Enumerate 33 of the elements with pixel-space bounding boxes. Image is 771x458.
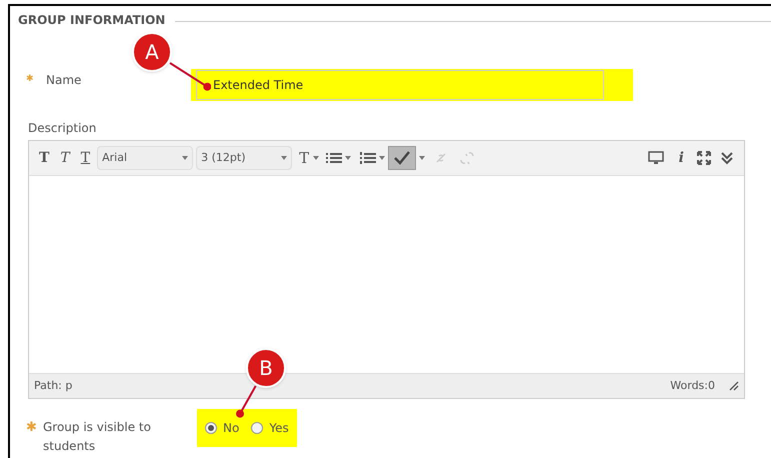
chevrons-down-icon[interactable] [720,151,734,165]
fullscreen-icon[interactable] [697,151,711,165]
caret-icon [419,156,426,160]
field-label: Group is visible to students [43,419,152,455]
resize-handle-icon[interactable] [729,381,739,391]
caret-icon [182,156,188,160]
italic-button[interactable]: T [56,146,74,170]
checkmark-icon [393,151,412,165]
radio-option[interactable]: No [197,419,244,437]
field-label: Description [28,120,96,137]
text-color-button[interactable]: T [295,146,324,170]
numbered-list-icon[interactable] [360,152,376,164]
field-label: Name [46,72,82,89]
monitor-icon[interactable] [648,151,664,165]
required-star-icon: ✱ [26,73,46,87]
required-star-icon: ✱ [26,421,43,434]
caret-icon [379,156,386,160]
name-field[interactable]: Extended Time [191,69,633,101]
bold-button[interactable]: T [35,146,54,170]
callout-badge: A [132,32,172,72]
underline-button[interactable]: T [76,146,94,170]
font-select[interactable]: Arial [97,146,194,170]
word-count: Words:0 [670,378,715,394]
bullet-list-icon[interactable] [326,152,342,164]
section-title: GROUP INFORMATION [18,12,166,29]
caret-icon [281,156,288,160]
spellcheck-button[interactable] [388,146,416,170]
caret-icon [345,156,352,160]
caret-icon [313,156,320,160]
radio-option[interactable]: Yes [243,419,293,437]
info-button[interactable]: i [674,146,688,170]
size-select[interactable]: 3 (12pt) [196,146,292,170]
path-label: Path: p [34,378,72,394]
